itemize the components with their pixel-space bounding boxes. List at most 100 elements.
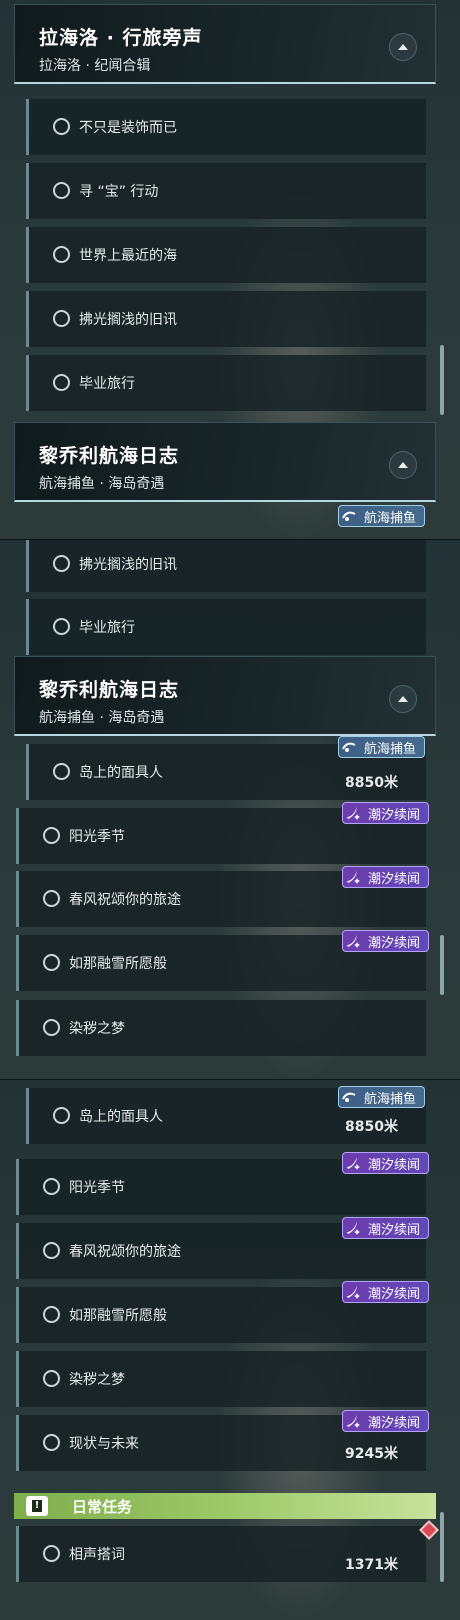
- quest-status-circle-icon: [43, 1545, 60, 1562]
- tide-sparkle-icon: [342, 1217, 364, 1239]
- badge-label: 潮汐续闻: [368, 1415, 421, 1431]
- daily-tasks-title: 日常任务: [72, 1498, 133, 1516]
- badge-label: 潮汐续闻: [368, 1286, 421, 1302]
- badge-label: 航海捕鱼: [364, 741, 417, 757]
- quest-type-badge: 潮汐续闻: [342, 1281, 430, 1303]
- badge-label: 航海捕鱼: [364, 510, 417, 526]
- quest-status-circle-icon: [53, 555, 70, 572]
- quest-label: 岛上的面具人: [79, 765, 163, 781]
- quest-status-circle-icon: [53, 1107, 70, 1124]
- quest-label: 世界上最近的海: [79, 248, 177, 264]
- quest-group-subtitle: 航海捕鱼 · 海岛奇遇: [39, 710, 165, 726]
- quest-distance: 1371米: [345, 1557, 398, 1573]
- quest-status-circle-icon: [43, 890, 60, 907]
- daily-tasks-header[interactable]: ! 日常任务: [14, 1493, 436, 1519]
- quest-item[interactable]: 不只是装饰而已: [26, 99, 426, 155]
- quest-item[interactable]: 相声搭词 1371米: [16, 1526, 426, 1582]
- quest-group-header-lahailuo[interactable]: 拉海洛 · 行旅旁声 拉海洛 · 纪闻合辑: [14, 4, 436, 84]
- collapse-button[interactable]: [389, 451, 417, 479]
- badge-label: 潮汐续闻: [368, 871, 421, 887]
- quest-panel-2: 拂光搁浅的旧讯 毕业旅行 黎乔利航海日志 航海捕鱼 · 海岛奇遇 岛上的面具人 …: [0, 540, 460, 1080]
- quest-item[interactable]: 拂光搁浅的旧讯: [26, 540, 426, 592]
- badge-label: 航海捕鱼: [364, 1091, 417, 1107]
- quest-status-circle-icon: [53, 310, 70, 327]
- quest-group-subtitle: 航海捕鱼 · 海岛奇遇: [39, 476, 165, 492]
- quest-status-circle-icon: [53, 374, 70, 391]
- quest-distance: 9245米: [345, 1446, 398, 1462]
- fishing-icon: [338, 505, 360, 527]
- fishing-icon: [338, 736, 360, 758]
- quest-status-circle-icon: [53, 118, 70, 135]
- chevron-up-icon: [398, 462, 408, 468]
- fishing-icon: [338, 1086, 360, 1108]
- quest-label: 相声搭词: [69, 1547, 125, 1563]
- quest-panel-3: 岛上的面具人 8850米 航海捕鱼 阳光季节 潮汐续闻 春风祝颂你的旅途 潮汐续…: [0, 1080, 460, 1620]
- tide-sparkle-icon: [342, 802, 364, 824]
- quest-label: 拂光搁浅的旧讯: [79, 312, 177, 328]
- quest-label: 如那融雪所愿般: [69, 956, 167, 972]
- badge-label: 潮汐续闻: [368, 935, 421, 951]
- tide-sparkle-icon: [342, 1281, 364, 1303]
- quest-item[interactable]: 寻 “宝” 行动: [26, 163, 426, 219]
- quest-item[interactable]: 毕业旅行: [26, 599, 426, 655]
- quest-type-badge: 航海捕鱼: [338, 505, 426, 527]
- quest-type-badge: 航海捕鱼: [338, 736, 426, 758]
- quest-status-circle-icon: [43, 1434, 60, 1451]
- collapse-button[interactable]: [389, 33, 417, 61]
- quest-type-badge: 潮汐续闻: [342, 1410, 430, 1432]
- quest-label: 春风祝颂你的旅途: [69, 892, 181, 908]
- quest-label: 染秽之梦: [69, 1021, 125, 1037]
- scrollbar-thumb[interactable]: [440, 1512, 444, 1582]
- quest-item[interactable]: 世界上最近的海: [26, 227, 426, 283]
- quest-group-title: 黎乔利航海日志: [39, 679, 180, 701]
- scrollbar-thumb[interactable]: [440, 935, 444, 995]
- tide-sparkle-icon: [342, 866, 364, 888]
- quest-label: 拂光搁浅的旧讯: [79, 557, 177, 573]
- badge-label: 潮汐续闻: [368, 1222, 421, 1238]
- quest-distance: 8850米: [345, 1119, 398, 1135]
- quest-label: 毕业旅行: [79, 620, 135, 636]
- quest-status-circle-icon: [43, 827, 60, 844]
- quest-label: 寻 “宝” 行动: [79, 184, 159, 200]
- quest-label: 不只是装饰而已: [79, 120, 177, 136]
- quest-label: 现状与未来: [69, 1436, 139, 1452]
- quest-label: 毕业旅行: [79, 376, 135, 392]
- quest-label: 阳光季节: [69, 1180, 125, 1196]
- quest-item[interactable]: 染秽之梦: [16, 1351, 426, 1407]
- quest-item[interactable]: 毕业旅行: [26, 355, 426, 411]
- quest-type-badge: 潮汐续闻: [342, 866, 430, 888]
- quest-group-subtitle: 拉海洛 · 纪闻合辑: [39, 58, 151, 74]
- quest-item[interactable]: 染秽之梦: [16, 1000, 426, 1056]
- quest-label: 岛上的面具人: [79, 1109, 163, 1125]
- quest-status-circle-icon: [53, 182, 70, 199]
- quest-group-header-liqiaoli[interactable]: 黎乔利航海日志 航海捕鱼 · 海岛奇遇: [14, 422, 436, 502]
- tide-sparkle-icon: [342, 930, 364, 952]
- scrollbar-thumb[interactable]: [440, 345, 444, 415]
- quest-status-circle-icon: [53, 618, 70, 635]
- quest-label: 阳光季节: [69, 829, 125, 845]
- quest-status-circle-icon: [43, 1178, 60, 1195]
- tide-sparkle-icon: [342, 1152, 364, 1174]
- quest-status-circle-icon: [43, 1370, 60, 1387]
- quest-type-badge: 潮汐续闻: [342, 930, 430, 952]
- badge-label: 潮汐续闻: [368, 807, 421, 823]
- quest-status-circle-icon: [53, 763, 70, 780]
- quest-status-circle-icon: [43, 1306, 60, 1323]
- quest-type-badge: 潮汐续闻: [342, 1152, 430, 1174]
- quest-status-circle-icon: [43, 1242, 60, 1259]
- quest-group-title: 拉海洛 · 行旅旁声: [39, 27, 203, 49]
- quest-item[interactable]: 拂光搁浅的旧讯: [26, 291, 426, 347]
- quest-label: 如那融雪所愿般: [69, 1308, 167, 1324]
- collapse-button[interactable]: [389, 685, 417, 713]
- quest-type-badge: 潮汐续闻: [342, 802, 430, 824]
- quest-panel-1: 拉海洛 · 行旅旁声 拉海洛 · 纪闻合辑 不只是装饰而已 寻 “宝” 行动 世…: [0, 0, 460, 540]
- quest-label: 春风祝颂你的旅途: [69, 1244, 181, 1260]
- chevron-up-icon: [398, 44, 408, 50]
- quest-type-badge: 潮汐续闻: [342, 1217, 430, 1239]
- quest-type-badge: 航海捕鱼: [338, 1086, 426, 1108]
- exclamation-icon: !: [26, 1496, 48, 1516]
- quest-distance: 8850米: [345, 775, 398, 791]
- chevron-up-icon: [398, 696, 408, 702]
- quest-label: 染秽之梦: [69, 1372, 125, 1388]
- quest-group-header-liqiaoli[interactable]: 黎乔利航海日志 航海捕鱼 · 海岛奇遇: [14, 656, 436, 736]
